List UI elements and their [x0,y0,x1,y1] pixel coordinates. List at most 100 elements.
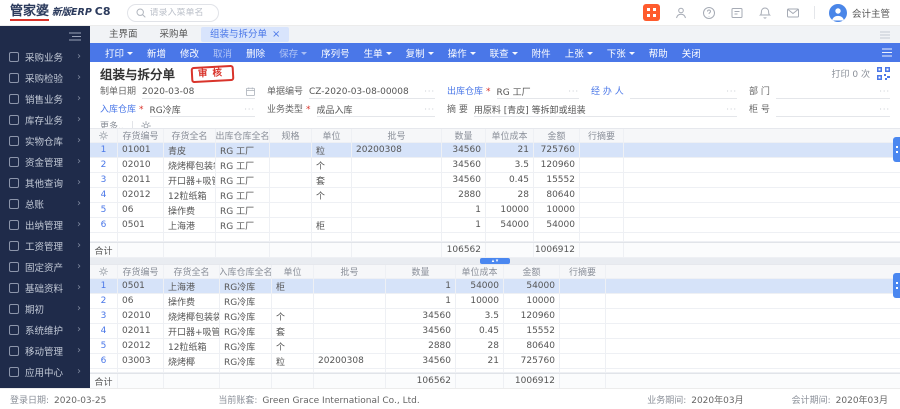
sidebar-item-physical-warehouse[interactable]: 实物仓库 › [0,130,90,151]
table-row[interactable]: 6 0501 上海港 RG 工厂柜 1 54000 54000 [90,218,900,233]
table-row[interactable]: 202010烧烤椰包装袋RG 工厂 个 345603.5120960 [90,158,900,173]
column-header[interactable]: 数量 [386,265,456,278]
sidebar-item-general-ledger[interactable]: 总账 › [0,193,90,214]
column-header[interactable]: 行摘要 [560,265,606,278]
column-header[interactable]: 数量 [442,129,486,142]
department-input[interactable]: ··· [775,85,890,99]
more-options-icon[interactable]: ··· [568,87,579,96]
sidebar-item-sales[interactable]: 销售业务 › [0,88,90,109]
toolbar-attachment-button[interactable]: 附件 [525,46,558,60]
summary-input[interactable]: 用原料 [青皮] 等拆卸或组装 ··· [473,103,737,117]
tab-overflow-icon[interactable] [880,31,890,39]
grid-settings-icon[interactable] [90,265,118,278]
more-options-icon[interactable]: ··· [879,105,890,114]
more-options-icon[interactable]: ··· [424,87,435,96]
out-warehouse-input[interactable]: RG 工厂 ··· [496,85,579,99]
sidebar-item-purchase[interactable]: 采购业务 › [0,46,90,67]
operator-input[interactable]: ··· [629,85,737,99]
column-header[interactable]: 批号 [352,129,442,142]
table-row[interactable]: 2 06 操作费 RG冷库 1 10000 10000 [90,294,900,309]
help-icon[interactable] [702,6,716,20]
app-qr-badge-icon[interactable] [642,4,660,21]
biz-type-input[interactable]: 成品入库 ··· [316,103,435,117]
sidebar-item-cashier[interactable]: 出纳管理 › [0,214,90,235]
table-row[interactable]: 5 06 操作费 RG 工厂 1 10000 10000 [90,203,900,218]
more-fields-toggle[interactable]: 更多.. [100,119,124,128]
tab-purchase-order[interactable]: 采购单 [151,27,198,42]
column-header[interactable]: 出库仓库全名 [216,129,270,142]
column-header[interactable]: 行摘要 [580,129,624,142]
table-row[interactable]: 1 01001 青皮 RG 工厂 粒 20200308 34560 21 725760 [90,143,900,158]
column-header[interactable]: 单位 [272,265,314,278]
tab-assembly-split[interactable]: 组装与拆分单 × [201,27,290,42]
column-header[interactable]: 入库仓库全名 [220,265,272,278]
sidebar-item-base-data[interactable]: 基础资料 › [0,277,90,298]
sidebar-item-mobile[interactable]: 移动管理 › [0,340,90,361]
column-header[interactable]: 单位 [312,129,352,142]
menu-search-box[interactable] [126,3,219,22]
column-header[interactable]: 金额 [504,265,560,278]
feedback-note-icon[interactable] [730,6,744,20]
column-header[interactable]: 单位成本 [456,265,504,278]
column-header[interactable]: 存货编号 [118,129,164,142]
more-options-icon[interactable]: ··· [424,105,435,114]
sidebar-item-funds[interactable]: 资金管理 › [0,151,90,172]
toolbar-cancel-button[interactable]: 取消 [206,46,239,60]
toolbar-generate-doc-button[interactable]: 生单 [357,46,399,60]
doc-no-input[interactable]: CZ-2020-03-08-00008 ··· [309,85,435,99]
table-row[interactable]: 4 02012 12粒纸箱 RG 工厂 个 2880 28 80640 [90,188,900,203]
more-options-icon[interactable]: ··· [726,105,737,114]
toolbar-menu-icon[interactable] [882,48,892,57]
column-header[interactable]: 存货编号 [118,265,164,278]
toolbar-new-button[interactable]: 新增 [140,46,173,60]
search-input[interactable] [149,7,212,18]
column-header[interactable]: 存货全名 [164,129,216,142]
sidebar-item-purchase-inspect[interactable]: 采购检验 › [0,67,90,88]
sidebar-item-inventory[interactable]: 库存业务 › [0,109,90,130]
toolbar-delete-button[interactable]: 删除 [239,46,272,60]
toolbar-print-button[interactable]: 打印 [98,46,140,60]
form-settings-gear-icon[interactable] [141,120,151,128]
toolbar-next-doc-button[interactable]: 下张 [600,46,642,60]
sidebar-item-other-query[interactable]: 其他查询 › [0,172,90,193]
toolbar-prev-doc-button[interactable]: 上张 [558,46,600,60]
sidebar-item-fixed-assets[interactable]: 固定资产 › [0,256,90,277]
grid-settings-icon[interactable] [90,129,118,142]
empty-row[interactable] [90,233,900,242]
toolbar-link-query-button[interactable]: 联查 [483,46,525,60]
table-row[interactable]: 6 03003 烧烤椰 RG冷库粒 20200308 34560 21 725760 [90,354,900,369]
more-options-icon[interactable]: ··· [879,87,890,96]
close-icon[interactable]: × [272,29,280,40]
toolbar-operation-button[interactable]: 操作 [441,46,483,60]
tab-main[interactable]: 主界面 [100,27,147,42]
toolbar-close-button[interactable]: 关闭 [675,46,708,60]
barcode-icon[interactable] [877,67,890,80]
table-row[interactable]: 5 02012 12粒纸箱 RG冷库个 2880 28 80640 [90,339,900,354]
sidebar-item-system-maintain[interactable]: 系统维护 › [0,319,90,340]
more-options-icon[interactable]: ··· [244,105,255,114]
more-options-icon[interactable]: ··· [726,87,737,96]
user-menu[interactable]: 会计主管 [828,3,890,22]
column-header[interactable]: 单位成本 [486,129,534,142]
column-header[interactable]: 批号 [314,265,386,278]
cabinet-no-input[interactable]: ··· [775,103,890,117]
table-row[interactable]: 1 0501 上海港 RG冷库柜 1 54000 54000 [90,279,900,294]
table-row[interactable]: 3 02011 开口器+吸管 RG 工厂 套 34560 0.45 15552 [90,173,900,188]
toolbar-modify-button[interactable]: 修改 [173,46,206,60]
toolbar-copy-button[interactable]: 复制 [399,46,441,60]
make-date-input[interactable]: 2020-03-08 [142,85,255,99]
notifications-bell-icon[interactable] [758,6,772,20]
sidebar-item-payroll[interactable]: 工资管理 › [0,235,90,256]
in-warehouse-input[interactable]: RG冷库 ··· [149,103,255,117]
grid-side-tab[interactable] [893,137,900,162]
table-row[interactable]: 4 02011 开口器+吸管 RG冷库套 34560 0.45 15552 [90,324,900,339]
calendar-icon[interactable] [246,87,255,96]
add-user-icon[interactable] [674,6,688,20]
collapse-menu-icon[interactable] [69,32,81,41]
toolbar-help-button[interactable]: 帮助 [642,46,675,60]
toolbar-serial-no-button[interactable]: 序列号 [314,46,357,60]
table-row[interactable]: 3 02010 烧烤椰包装袋 RG冷库个 34560 3.5 120960 [90,309,900,324]
column-header[interactable]: 规格 [270,129,312,142]
toolbar-save-button[interactable]: 保存 [272,46,314,60]
mail-icon[interactable] [786,6,800,20]
